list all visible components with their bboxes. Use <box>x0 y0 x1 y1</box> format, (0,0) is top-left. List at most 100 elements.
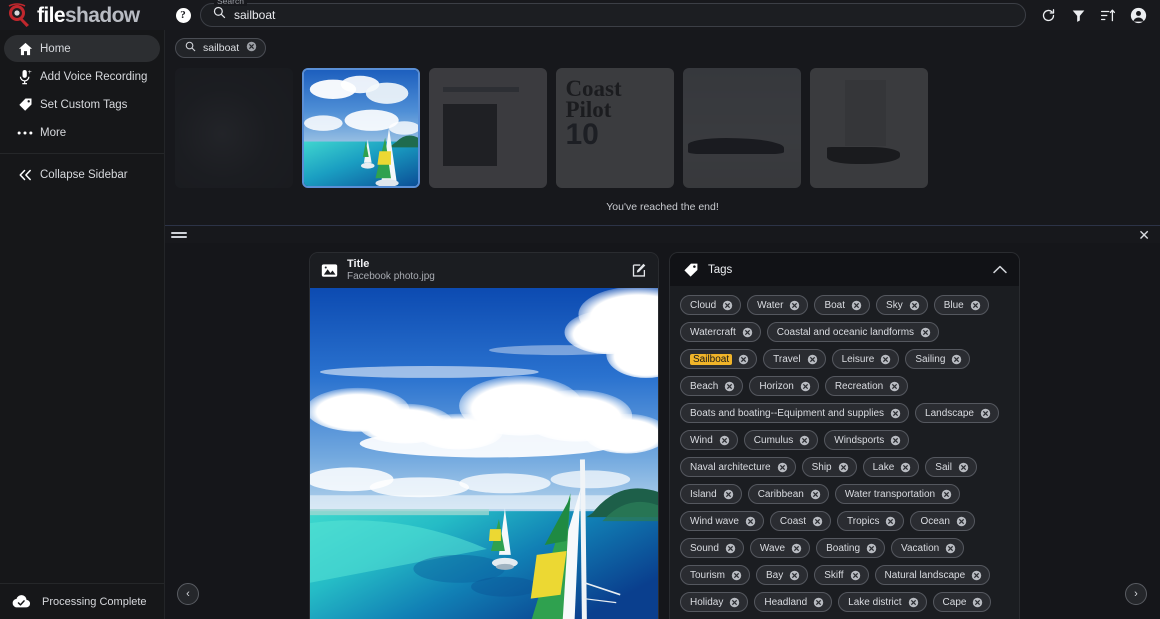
thumbnail-2-sailboats[interactable] <box>302 68 420 188</box>
tag-chip[interactable]: Wind wave <box>680 511 764 531</box>
drag-handle[interactable] <box>171 231 187 239</box>
refresh-button[interactable] <box>1034 2 1062 28</box>
tag-chip[interactable]: Sail <box>925 457 977 477</box>
tag-chip[interactable]: Lake district <box>838 592 927 612</box>
remove-tag-icon[interactable] <box>866 543 877 554</box>
remove-tag-icon[interactable] <box>972 597 983 608</box>
remove-tag-icon[interactable] <box>880 354 891 365</box>
tag-chip[interactable]: Cumulus <box>743 430 819 450</box>
tag-chip[interactable]: Cape <box>932 592 992 612</box>
remove-tag-icon[interactable] <box>723 489 734 500</box>
tag-chip[interactable]: Tropics <box>837 511 905 531</box>
tag-chip[interactable]: Sky <box>876 295 928 315</box>
tag-chip[interactable]: Water transportation <box>834 484 961 504</box>
edit-icon[interactable] <box>632 263 647 278</box>
remove-tag-icon[interactable] <box>799 435 810 446</box>
tag-chip[interactable]: Tourism <box>680 565 751 585</box>
remove-tag-icon[interactable] <box>908 597 919 608</box>
remove-tag-icon[interactable] <box>890 435 901 446</box>
remove-tag-icon[interactable] <box>724 381 735 392</box>
tag-chip[interactable]: Blue <box>933 295 989 315</box>
search-input[interactable]: sailboat <box>200 3 1026 27</box>
chevron-up-icon[interactable] <box>993 265 1007 274</box>
panel-splitter[interactable]: ✕ <box>165 225 1160 243</box>
remove-tag-icon[interactable] <box>719 435 730 446</box>
remove-tag-icon[interactable] <box>791 543 802 554</box>
remove-tag-icon[interactable] <box>958 462 969 473</box>
remove-tag-icon[interactable] <box>725 543 736 554</box>
thumbnail-3-document[interactable] <box>429 68 547 188</box>
sort-button[interactable] <box>1094 2 1122 28</box>
remove-tag-icon[interactable] <box>885 516 896 527</box>
thumbnail-1[interactable] <box>175 68 293 188</box>
remove-tag-icon[interactable] <box>980 408 991 419</box>
remove-tag-icon[interactable] <box>722 300 733 311</box>
remove-tag-icon[interactable] <box>742 327 753 338</box>
remove-tag-icon[interactable] <box>789 570 800 581</box>
tag-chip[interactable]: Recreation <box>824 376 909 396</box>
tag-chip[interactable]: Wind <box>680 430 738 450</box>
sidebar-item-add-voice-recording[interactable]: + Add Voice Recording <box>4 63 160 90</box>
clear-icon[interactable] <box>246 41 257 55</box>
tag-chip[interactable]: Island <box>680 484 742 504</box>
remove-tag-icon[interactable] <box>890 408 901 419</box>
tag-chip[interactable]: Headland <box>754 592 833 612</box>
remove-tag-icon[interactable] <box>909 300 920 311</box>
search-term-chip[interactable]: sailboat <box>175 38 267 58</box>
remove-tag-icon[interactable] <box>941 489 952 500</box>
tag-chip[interactable]: Ship <box>801 457 857 477</box>
tag-chip[interactable]: Ocean <box>910 511 975 531</box>
tag-chip[interactable]: Landscape <box>915 403 999 423</box>
remove-tag-icon[interactable] <box>889 381 900 392</box>
sidebar-item-more[interactable]: More <box>4 119 160 146</box>
tag-chip[interactable]: Sailing <box>905 349 971 369</box>
tag-chip[interactable]: Horizon <box>749 376 819 396</box>
thumbnail-5-boat[interactable] <box>683 68 801 188</box>
tag-chip[interactable]: Natural landscape <box>874 565 991 585</box>
remove-tag-icon[interactable] <box>800 381 811 392</box>
remove-tag-icon[interactable] <box>731 570 742 581</box>
remove-tag-icon[interactable] <box>729 597 740 608</box>
tag-chip[interactable]: Sound <box>680 538 744 558</box>
tag-chip[interactable]: Lake <box>862 457 920 477</box>
tag-chip[interactable]: Water <box>747 295 809 315</box>
tag-chip[interactable]: Boats and boating--Equipment and supplie… <box>680 403 910 423</box>
remove-tag-icon[interactable] <box>850 570 861 581</box>
remove-tag-icon[interactable] <box>812 516 823 527</box>
tag-chip[interactable]: Coast <box>769 511 832 531</box>
close-detail-button[interactable]: ✕ <box>1138 228 1150 242</box>
sidebar-item-set-custom-tags[interactable]: Set Custom Tags <box>4 91 160 118</box>
remove-tag-icon[interactable] <box>900 462 911 473</box>
remove-tag-icon[interactable] <box>810 489 821 500</box>
tag-chip[interactable]: Windsports <box>824 430 910 450</box>
sidebar-item-home[interactable]: Home <box>4 35 160 62</box>
remove-tag-icon[interactable] <box>970 300 981 311</box>
tag-chip[interactable]: Wave <box>749 538 811 558</box>
remove-tag-icon[interactable] <box>945 543 956 554</box>
tag-chip[interactable]: Naval architecture <box>680 457 796 477</box>
remove-tag-icon[interactable] <box>745 516 756 527</box>
tag-chip[interactable]: Boat <box>814 295 871 315</box>
remove-tag-icon[interactable] <box>956 516 967 527</box>
next-item-button[interactable]: › <box>1125 583 1147 605</box>
remove-tag-icon[interactable] <box>971 570 982 581</box>
remove-tag-icon[interactable] <box>813 597 824 608</box>
collapse-sidebar-button[interactable]: Collapse Sidebar <box>4 161 160 188</box>
tag-chip[interactable]: Coastal and oceanic landforms <box>766 322 940 342</box>
help-button[interactable]: ? <box>172 4 194 26</box>
tag-chip[interactable]: Boating <box>816 538 886 558</box>
previous-item-button[interactable]: ‹ <box>177 583 199 605</box>
tag-chip[interactable]: Skiff <box>814 565 869 585</box>
remove-tag-icon[interactable] <box>851 300 862 311</box>
remove-tag-icon[interactable] <box>789 300 800 311</box>
thumbnail-6-tall-ship[interactable] <box>810 68 928 188</box>
remove-tag-icon[interactable] <box>777 462 788 473</box>
tag-chip[interactable]: Caribbean <box>747 484 829 504</box>
tag-chip[interactable]: Sailboat <box>680 349 758 369</box>
remove-tag-icon[interactable] <box>920 327 931 338</box>
tag-chip[interactable]: Cloud <box>680 295 742 315</box>
tag-chip[interactable]: Vacation <box>891 538 965 558</box>
tag-chip[interactable]: Watercraft <box>680 322 761 342</box>
remove-tag-icon[interactable] <box>838 462 849 473</box>
tag-chip[interactable]: Holiday <box>680 592 749 612</box>
